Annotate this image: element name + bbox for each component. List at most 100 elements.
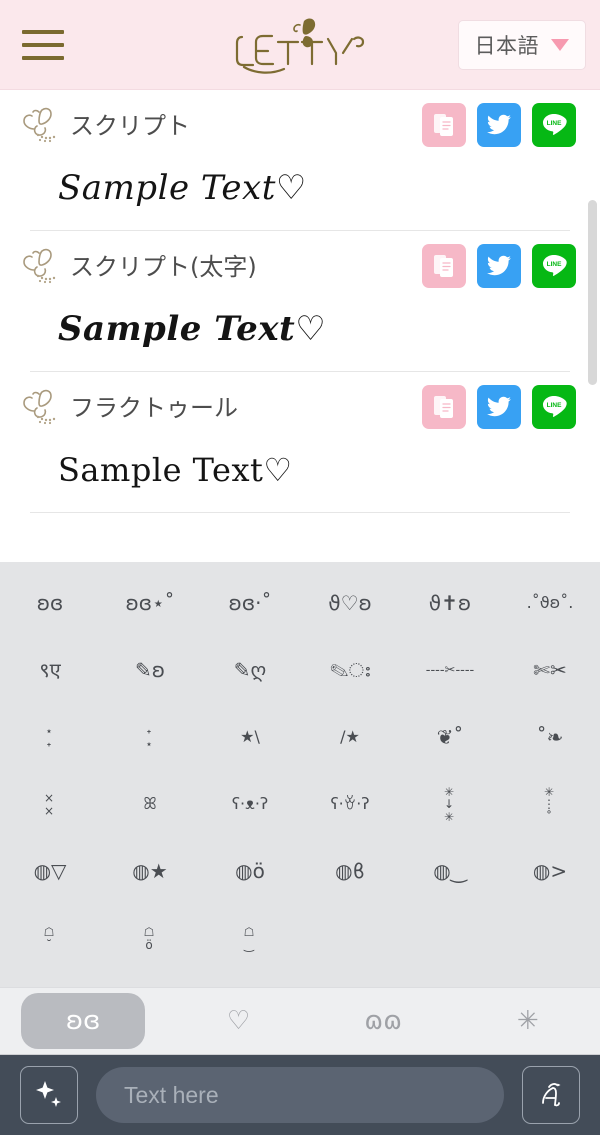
copy-icon xyxy=(434,396,453,418)
search-input[interactable] xyxy=(96,1067,504,1123)
font-row: スクリプト(太字) LINE Sample Text♡ xyxy=(0,231,600,372)
hamburger-menu-icon[interactable] xyxy=(22,25,68,65)
font-row-header: フラクトゥール LINE xyxy=(0,384,600,436)
copy-button[interactable] xyxy=(422,103,466,147)
curls-icon: ɷɷ xyxy=(364,1006,403,1036)
heart-wings-icon: ʚɞ xyxy=(65,1006,101,1036)
copy-icon xyxy=(434,114,453,136)
symbol-cell[interactable]: ◍★ xyxy=(100,838,200,905)
symbol-cell[interactable]: ʚɞ xyxy=(0,570,100,637)
letty-wordmark-icon xyxy=(235,18,365,74)
symbol-cell[interactable]: ✎ʚ xyxy=(100,637,200,704)
line-icon: LINE xyxy=(543,255,567,276)
font-sample-text: Sample Text♡ xyxy=(58,168,307,208)
twitter-icon xyxy=(486,114,512,135)
copy-button[interactable] xyxy=(422,385,466,429)
symbol-grid: ʚɞ ʚɞ⋆˚ ʚɞ·˚ ϑ♡ʚ ϑ✝ʚ .˚ϑʚ˚. ९ए ✎ʚ ✎ღ ✎ഃ ----✂---- ✄… xyxy=(0,562,600,972)
twitter-share-button[interactable] xyxy=(477,385,521,429)
sparkle-decorate-button[interactable] xyxy=(20,1066,78,1124)
line-share-button[interactable]: LINE xyxy=(532,385,576,429)
star-sparkle-icon: ✳ xyxy=(516,1006,539,1036)
twitter-icon xyxy=(486,396,512,417)
butterfly-icon xyxy=(23,248,56,284)
line-wordmark: LINE xyxy=(547,261,562,268)
symbol-cell[interactable]: ꕤ xyxy=(100,771,200,838)
brand-logo xyxy=(230,15,370,75)
symbol-cell[interactable]: ϑ✝ʚ xyxy=(400,570,500,637)
font-style-button[interactable] xyxy=(522,1066,580,1124)
heart-outline-icon: ♡ xyxy=(226,1006,251,1036)
symbol-cell[interactable]: .˚ϑʚ˚. xyxy=(500,570,600,637)
font-row-actions: LINE xyxy=(422,102,576,147)
symbol-cell[interactable]: ◍> xyxy=(500,838,600,905)
symbol-cell[interactable]: ✳ ⋮ ˚ xyxy=(500,771,600,838)
line-icon: LINE xyxy=(543,114,567,135)
app-header: 日本語 xyxy=(0,0,600,90)
font-name-label: スクリプト xyxy=(70,112,190,140)
tab-hearts[interactable]: ♡ xyxy=(166,993,311,1049)
font-row-actions: LINE xyxy=(422,243,576,288)
row-divider xyxy=(30,512,570,513)
twitter-icon xyxy=(486,255,512,276)
symbol-cell[interactable]: /★ xyxy=(300,704,400,771)
chevron-down-icon xyxy=(551,38,569,51)
font-preview-list: スクリプト LINE Sample Text♡ スクリプト(太字) LINE S… xyxy=(0,90,600,562)
list-scrollbar[interactable] xyxy=(588,200,597,385)
symbol-cell[interactable]: ✎ഃ xyxy=(300,637,400,704)
symbol-cell[interactable]: ✄✂ xyxy=(500,637,600,704)
font-row: スクリプト LINE Sample Text♡ xyxy=(0,90,600,231)
bottom-input-bar xyxy=(0,1055,600,1135)
line-share-button[interactable]: LINE xyxy=(532,103,576,147)
symbol-cell[interactable]: ◍▽ xyxy=(0,838,100,905)
butterfly-icon xyxy=(23,107,56,143)
sparkles-icon xyxy=(36,1081,61,1107)
symbol-cell[interactable]: ✳ ↓ ✳ xyxy=(400,771,500,838)
twitter-share-button[interactable] xyxy=(477,103,521,147)
symbol-cell[interactable]: ʕ·ꈊ·ʔ xyxy=(300,771,400,838)
symbol-cell[interactable]: ʚɞ·˚ xyxy=(200,570,300,637)
symbol-cell[interactable]: × × xyxy=(0,771,100,838)
script-a-icon xyxy=(542,1083,561,1107)
symbol-cell[interactable]: ◍ϐ xyxy=(300,838,400,905)
copy-button[interactable] xyxy=(422,244,466,288)
font-row: フラクトゥール LINE Sample Text♡ xyxy=(0,372,600,513)
hamburger-bar xyxy=(22,55,64,60)
font-row-header: スクリプト LINE xyxy=(0,102,600,154)
symbol-cell[interactable]: ----✂---- xyxy=(400,637,500,704)
symbol-cell[interactable]: ◍‿ xyxy=(400,838,500,905)
language-selector[interactable]: 日本語 xyxy=(457,19,586,70)
line-wordmark: LINE xyxy=(547,402,562,409)
symbol-cell[interactable]: ९ए xyxy=(0,637,100,704)
symbol-cell[interactable]: ✎ღ xyxy=(200,637,300,704)
tab-stars[interactable]: ✳ xyxy=(455,993,600,1049)
hamburger-bar xyxy=(22,42,64,47)
copy-icon xyxy=(434,255,453,277)
symbol-cell[interactable]: ◍ö xyxy=(200,838,300,905)
line-icon: LINE xyxy=(543,396,567,417)
symbol-cell[interactable]: ☖ ˘ xyxy=(0,905,100,972)
language-label: 日本語 xyxy=(474,33,539,58)
tab-heart-wings[interactable]: ʚɞ xyxy=(0,993,166,1049)
butterfly-icon xyxy=(23,389,56,425)
line-wordmark: LINE xyxy=(547,120,562,127)
line-share-button[interactable]: LINE xyxy=(532,244,576,288)
symbol-cell[interactable]: ☖ ö xyxy=(100,905,200,972)
font-sample-text: Sample Text♡ xyxy=(58,309,327,349)
symbol-cell[interactable]: ★\ xyxy=(200,704,300,771)
tab-curls[interactable]: ɷɷ xyxy=(311,993,456,1049)
symbol-cell[interactable]: ʕ·ᴥ·ʔ xyxy=(200,771,300,838)
twitter-share-button[interactable] xyxy=(477,244,521,288)
symbol-cell[interactable]: ˚❧ xyxy=(500,704,600,771)
symbol-cell[interactable]: ϑ♡ʚ xyxy=(300,570,400,637)
tab-active-pill: ʚɞ xyxy=(21,993,146,1049)
font-sample-text: Sample Text♡ xyxy=(58,451,293,489)
symbol-cell[interactable]: ʚɞ⋆˚ xyxy=(100,570,200,637)
symbol-panel: ʚɞ ʚɞ⋆˚ ʚɞ·˚ ϑ♡ʚ ϑ✝ʚ .˚ϑʚ˚. ९ए ✎ʚ ✎ღ ✎ഃ ----✂---- ✄… xyxy=(0,562,600,987)
symbol-cell[interactable]: ˖ ⋆ xyxy=(100,704,200,771)
symbol-cell[interactable]: ❦˚ xyxy=(400,704,500,771)
symbol-category-tab-bar: ʚɞ ♡ ɷɷ ✳ xyxy=(0,987,600,1055)
symbol-cell[interactable]: ☖ ‿ xyxy=(200,905,300,972)
font-row-actions: LINE xyxy=(422,384,576,429)
symbol-cell[interactable]: ⋆ ˖ xyxy=(0,704,100,771)
font-name-label: スクリプト(太字) xyxy=(70,253,257,281)
